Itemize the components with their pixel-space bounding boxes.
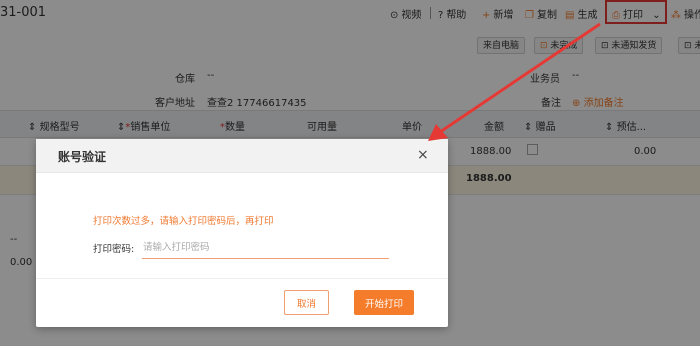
start-print-button[interactable]: 开始打印 bbox=[354, 290, 414, 315]
print-limit-warning: 打印次数过多，请输入打印密码后，再打印 bbox=[93, 216, 274, 227]
dialog-footer-divider bbox=[36, 278, 448, 279]
print-password-input[interactable] bbox=[142, 237, 389, 259]
close-icon[interactable]: × bbox=[417, 147, 429, 163]
dialog-title: 账号验证 bbox=[58, 150, 107, 164]
cancel-button[interactable]: 取消 bbox=[284, 290, 329, 315]
account-verify-dialog: 账号验证 × 打印次数过多，请输入打印密码后，再打印 打印密码: 取消 开始打印 bbox=[36, 139, 448, 327]
password-label: 打印密码: bbox=[93, 244, 135, 255]
